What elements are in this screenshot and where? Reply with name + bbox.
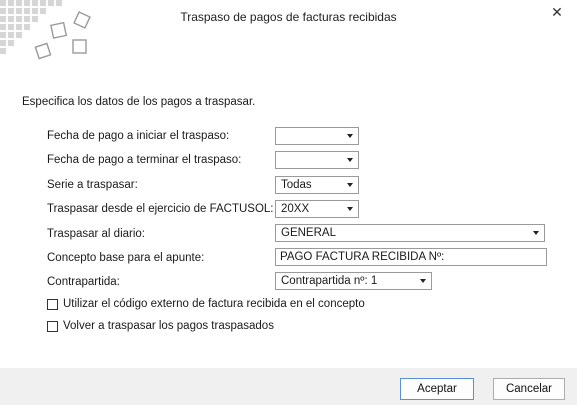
chevron-down-icon [347, 158, 353, 162]
concepto-value: PAGO FACTURA RECIBIDA Nº: [280, 251, 445, 263]
contrapartida-value: Contrapartida nº: 1 [281, 275, 378, 287]
contrapartida-dropdown[interactable]: Contrapartida nº: 1 [275, 272, 432, 290]
fecha-inicio-label: Fecha de pago a iniciar el traspaso: [47, 130, 230, 142]
diario-value: GENERAL [281, 227, 336, 239]
contrapartida-label: Contrapartida: [47, 276, 120, 288]
fecha-fin-dropdown[interactable] [275, 151, 359, 169]
chevron-down-icon [533, 231, 539, 235]
ejercicio-label: Traspasar desde el ejercicio de FACTUSOL… [47, 203, 274, 215]
ejercicio-dropdown[interactable]: 20XX [275, 200, 359, 218]
diario-label: Traspasar al diario: [47, 228, 146, 240]
fecha-fin-label: Fecha de pago a terminar el traspaso: [47, 154, 242, 166]
codigo-externo-checkbox[interactable] [47, 299, 58, 310]
ejercicio-value: 20XX [281, 203, 310, 215]
concepto-input[interactable]: PAGO FACTURA RECIBIDA Nº: [275, 248, 547, 266]
chevron-down-icon [420, 279, 426, 283]
fecha-inicio-dropdown[interactable] [275, 127, 359, 145]
volver-traspasar-label[interactable]: Volver a traspasar los pagos traspasados [63, 320, 274, 332]
serie-value: Todas [281, 179, 312, 191]
intro-text: Especifica los datos de los pagos a tras… [22, 96, 256, 108]
window-title: Traspaso de pagos de facturas recibidas [180, 10, 397, 24]
close-icon[interactable]: ✕ [549, 4, 565, 20]
cancel-button[interactable]: Cancelar [493, 378, 565, 400]
chevron-down-icon [347, 183, 353, 187]
serie-dropdown[interactable]: Todas [275, 176, 359, 194]
chevron-down-icon [347, 207, 353, 211]
dialog-footer [0, 368, 577, 405]
serie-label: Serie a traspasar: [47, 179, 138, 191]
concepto-label: Concepto base para el apunte: [47, 252, 205, 264]
chevron-down-icon [347, 134, 353, 138]
diario-dropdown[interactable]: GENERAL [275, 224, 545, 242]
codigo-externo-label[interactable]: Utilizar el código externo de factura re… [63, 298, 365, 310]
volver-traspasar-checkbox[interactable] [47, 321, 58, 332]
accept-button[interactable]: Aceptar [400, 378, 474, 400]
